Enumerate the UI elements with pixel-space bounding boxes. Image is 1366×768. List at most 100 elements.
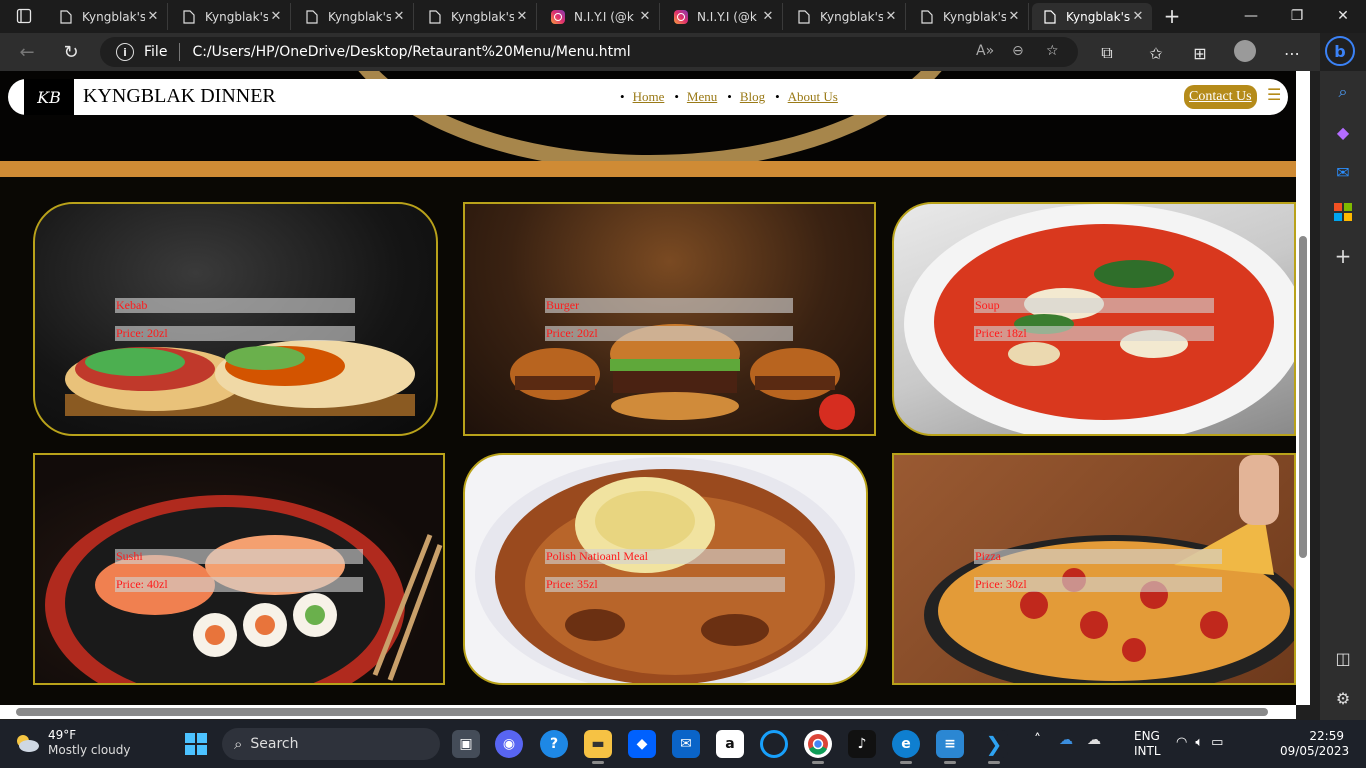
logo[interactable]: KB	[24, 79, 74, 115]
input-language[interactable]: ENG INTL	[1134, 729, 1161, 759]
extensions-icon[interactable]: ⧉	[1095, 42, 1119, 64]
info-icon[interactable]: i	[116, 43, 134, 61]
browser-tab[interactable]: Kyngblak's ✕	[294, 3, 414, 30]
menu-card-polish-meal[interactable]: Polish Natioanl Meal Price: 35zl	[463, 453, 868, 685]
tab-title: Kyngblak's	[1066, 9, 1130, 24]
horizontal-scroll-thumb[interactable]	[16, 708, 1268, 716]
teams-chat-icon[interactable]: ◉	[495, 730, 523, 758]
horizontal-scrollbar[interactable]	[0, 705, 1296, 719]
restore-button[interactable]: ❐	[1274, 0, 1320, 32]
read-aloud-icon[interactable]: A»	[976, 43, 994, 59]
profile-avatar[interactable]	[1234, 40, 1256, 62]
close-window-button[interactable]: ✕	[1320, 0, 1366, 32]
mail-icon[interactable]: ✉	[672, 730, 700, 758]
menu-card-pizza[interactable]: Pizza Price: 30zl	[892, 453, 1296, 685]
onedrive-personal-icon[interactable]: ☁	[1087, 732, 1101, 748]
nav-link-menu[interactable]: Menu	[687, 89, 717, 105]
file-icon	[58, 9, 74, 25]
close-icon[interactable]: ✕	[145, 9, 161, 24]
outlook-icon[interactable]: ✉	[1329, 159, 1357, 185]
close-icon[interactable]: ✕	[1006, 9, 1022, 24]
tiktok-icon[interactable]: ♪	[848, 730, 876, 758]
wifi-icon: ◠	[1176, 735, 1188, 750]
browser-tab[interactable]: Kyngblak's ✕	[48, 3, 168, 30]
windows-start-icon[interactable]	[185, 733, 207, 755]
add-favorite-icon[interactable]: ☆	[1046, 43, 1059, 59]
file-icon	[919, 9, 935, 25]
search-icon: ⌕	[234, 735, 243, 753]
browser-tab[interactable]: Kyngblak's ✕	[171, 3, 291, 30]
address-bar[interactable]: i File C:/Users/HP/OneDrive/Desktop/Reta…	[100, 37, 1078, 67]
file-icon	[1042, 9, 1058, 25]
menu-card-soup[interactable]: Soup Price: 18zl	[892, 202, 1296, 436]
close-icon[interactable]: ✕	[760, 9, 776, 24]
notepad-icon[interactable]: ≡	[936, 730, 964, 764]
nav-link-home[interactable]: Home	[633, 89, 665, 105]
browser-tab-active[interactable]: Kyngblak's ✕	[1032, 3, 1152, 30]
minimize-button[interactable]: —	[1228, 0, 1274, 32]
nav-link-blog[interactable]: Blog	[740, 89, 765, 105]
favorites-icon[interactable]: ✩	[1144, 42, 1168, 64]
amazon-icon[interactable]: a	[716, 730, 744, 758]
dropbox-icon[interactable]: ◆	[628, 730, 656, 758]
close-icon[interactable]: ✕	[391, 9, 407, 24]
system-icons[interactable]: ◠ 🔈︎ ▭	[1176, 735, 1223, 750]
back-button[interactable]: ←	[12, 38, 42, 66]
item-name: Burger	[545, 298, 793, 313]
vertical-scrollbar[interactable]	[1296, 71, 1310, 705]
chrome-icon[interactable]	[804, 730, 832, 764]
help-icon[interactable]: ?	[540, 730, 568, 758]
hamburger-icon[interactable]: ☰	[1267, 85, 1281, 104]
windows-taskbar: 49°F Mostly cloudy ⌕ Search ▣ ◉ ? ▬ ◆ ✉ …	[0, 720, 1366, 768]
menu-card-burger[interactable]: Burger Price: 20zl	[463, 202, 876, 436]
close-icon[interactable]: ✕	[883, 9, 899, 24]
search-icon[interactable]: ⌕	[1329, 79, 1357, 105]
item-price: Price: 35zl	[545, 577, 785, 592]
menu-card-kebab[interactable]: Kebab Price: 20zl	[33, 202, 438, 436]
nav-bullet: •	[620, 89, 625, 104]
shopping-icon[interactable]: ◆	[1329, 119, 1357, 145]
nav-link-about[interactable]: About Us	[788, 89, 838, 105]
new-tab-button[interactable]: +	[1160, 5, 1184, 29]
contact-us-button[interactable]: Contact Us	[1184, 85, 1257, 109]
split-screen-icon[interactable]: ◫	[1329, 645, 1357, 671]
close-icon[interactable]: ✕	[1130, 9, 1146, 24]
browser-tab[interactable]: N.I.Y.I (@k ✕	[663, 3, 783, 30]
menu-card-sushi[interactable]: Sushi Price: 40zl	[33, 453, 445, 685]
close-icon[interactable]: ✕	[637, 9, 653, 24]
close-icon[interactable]: ✕	[514, 9, 530, 24]
cortana-icon[interactable]	[760, 730, 788, 758]
office-icon[interactable]	[1329, 199, 1357, 225]
browser-tab[interactable]: Kyngblak's ✕	[909, 3, 1029, 30]
item-name: Sushi	[115, 549, 363, 564]
settings-gear-icon[interactable]: ⚙	[1329, 685, 1357, 711]
taskbar-clock[interactable]: 22:59 09/05/2023	[1280, 729, 1349, 759]
vscode-icon[interactable]: ❯	[980, 730, 1008, 764]
onedrive-icon[interactable]: ☁	[1059, 732, 1073, 748]
site-title: KYNGBLAK DINNER	[83, 85, 276, 107]
refresh-button[interactable]: ↻	[56, 38, 86, 66]
vertical-scroll-thumb[interactable]	[1299, 236, 1307, 558]
file-icon	[181, 9, 197, 25]
item-name: Pizza	[974, 549, 1222, 564]
browser-tab[interactable]: Kyngblak's ✕	[786, 3, 906, 30]
taskbar-search[interactable]: ⌕ Search	[222, 728, 440, 760]
tab-actions-icon[interactable]	[6, 3, 42, 29]
weather-widget[interactable]: 49°F Mostly cloudy	[14, 728, 131, 758]
nav-bullet: •	[727, 89, 732, 104]
task-view-icon[interactable]: ▣	[452, 730, 480, 758]
soup-image	[904, 204, 1294, 434]
more-options-icon[interactable]: ⋯	[1280, 42, 1304, 64]
browser-tab[interactable]: Kyngblak's ✕	[417, 3, 537, 30]
browser-tab[interactable]: N.I.Y.I (@k ✕	[540, 3, 660, 30]
zoom-out-icon[interactable]: ⊖	[1012, 43, 1024, 59]
bing-chat-icon[interactable]: b	[1325, 36, 1355, 66]
url-text[interactable]: C:/Users/HP/OneDrive/Desktop/Retaurant%2…	[192, 44, 630, 60]
chevron-up-icon[interactable]: ˄	[1034, 732, 1041, 748]
close-icon[interactable]: ✕	[268, 9, 284, 24]
nav-bullet: •	[674, 89, 679, 104]
edge-icon[interactable]: e	[892, 730, 920, 764]
add-sidebar-app-icon[interactable]: +	[1329, 243, 1357, 269]
collections-icon[interactable]: ⊞	[1188, 42, 1212, 64]
file-explorer-icon[interactable]: ▬	[584, 730, 612, 764]
